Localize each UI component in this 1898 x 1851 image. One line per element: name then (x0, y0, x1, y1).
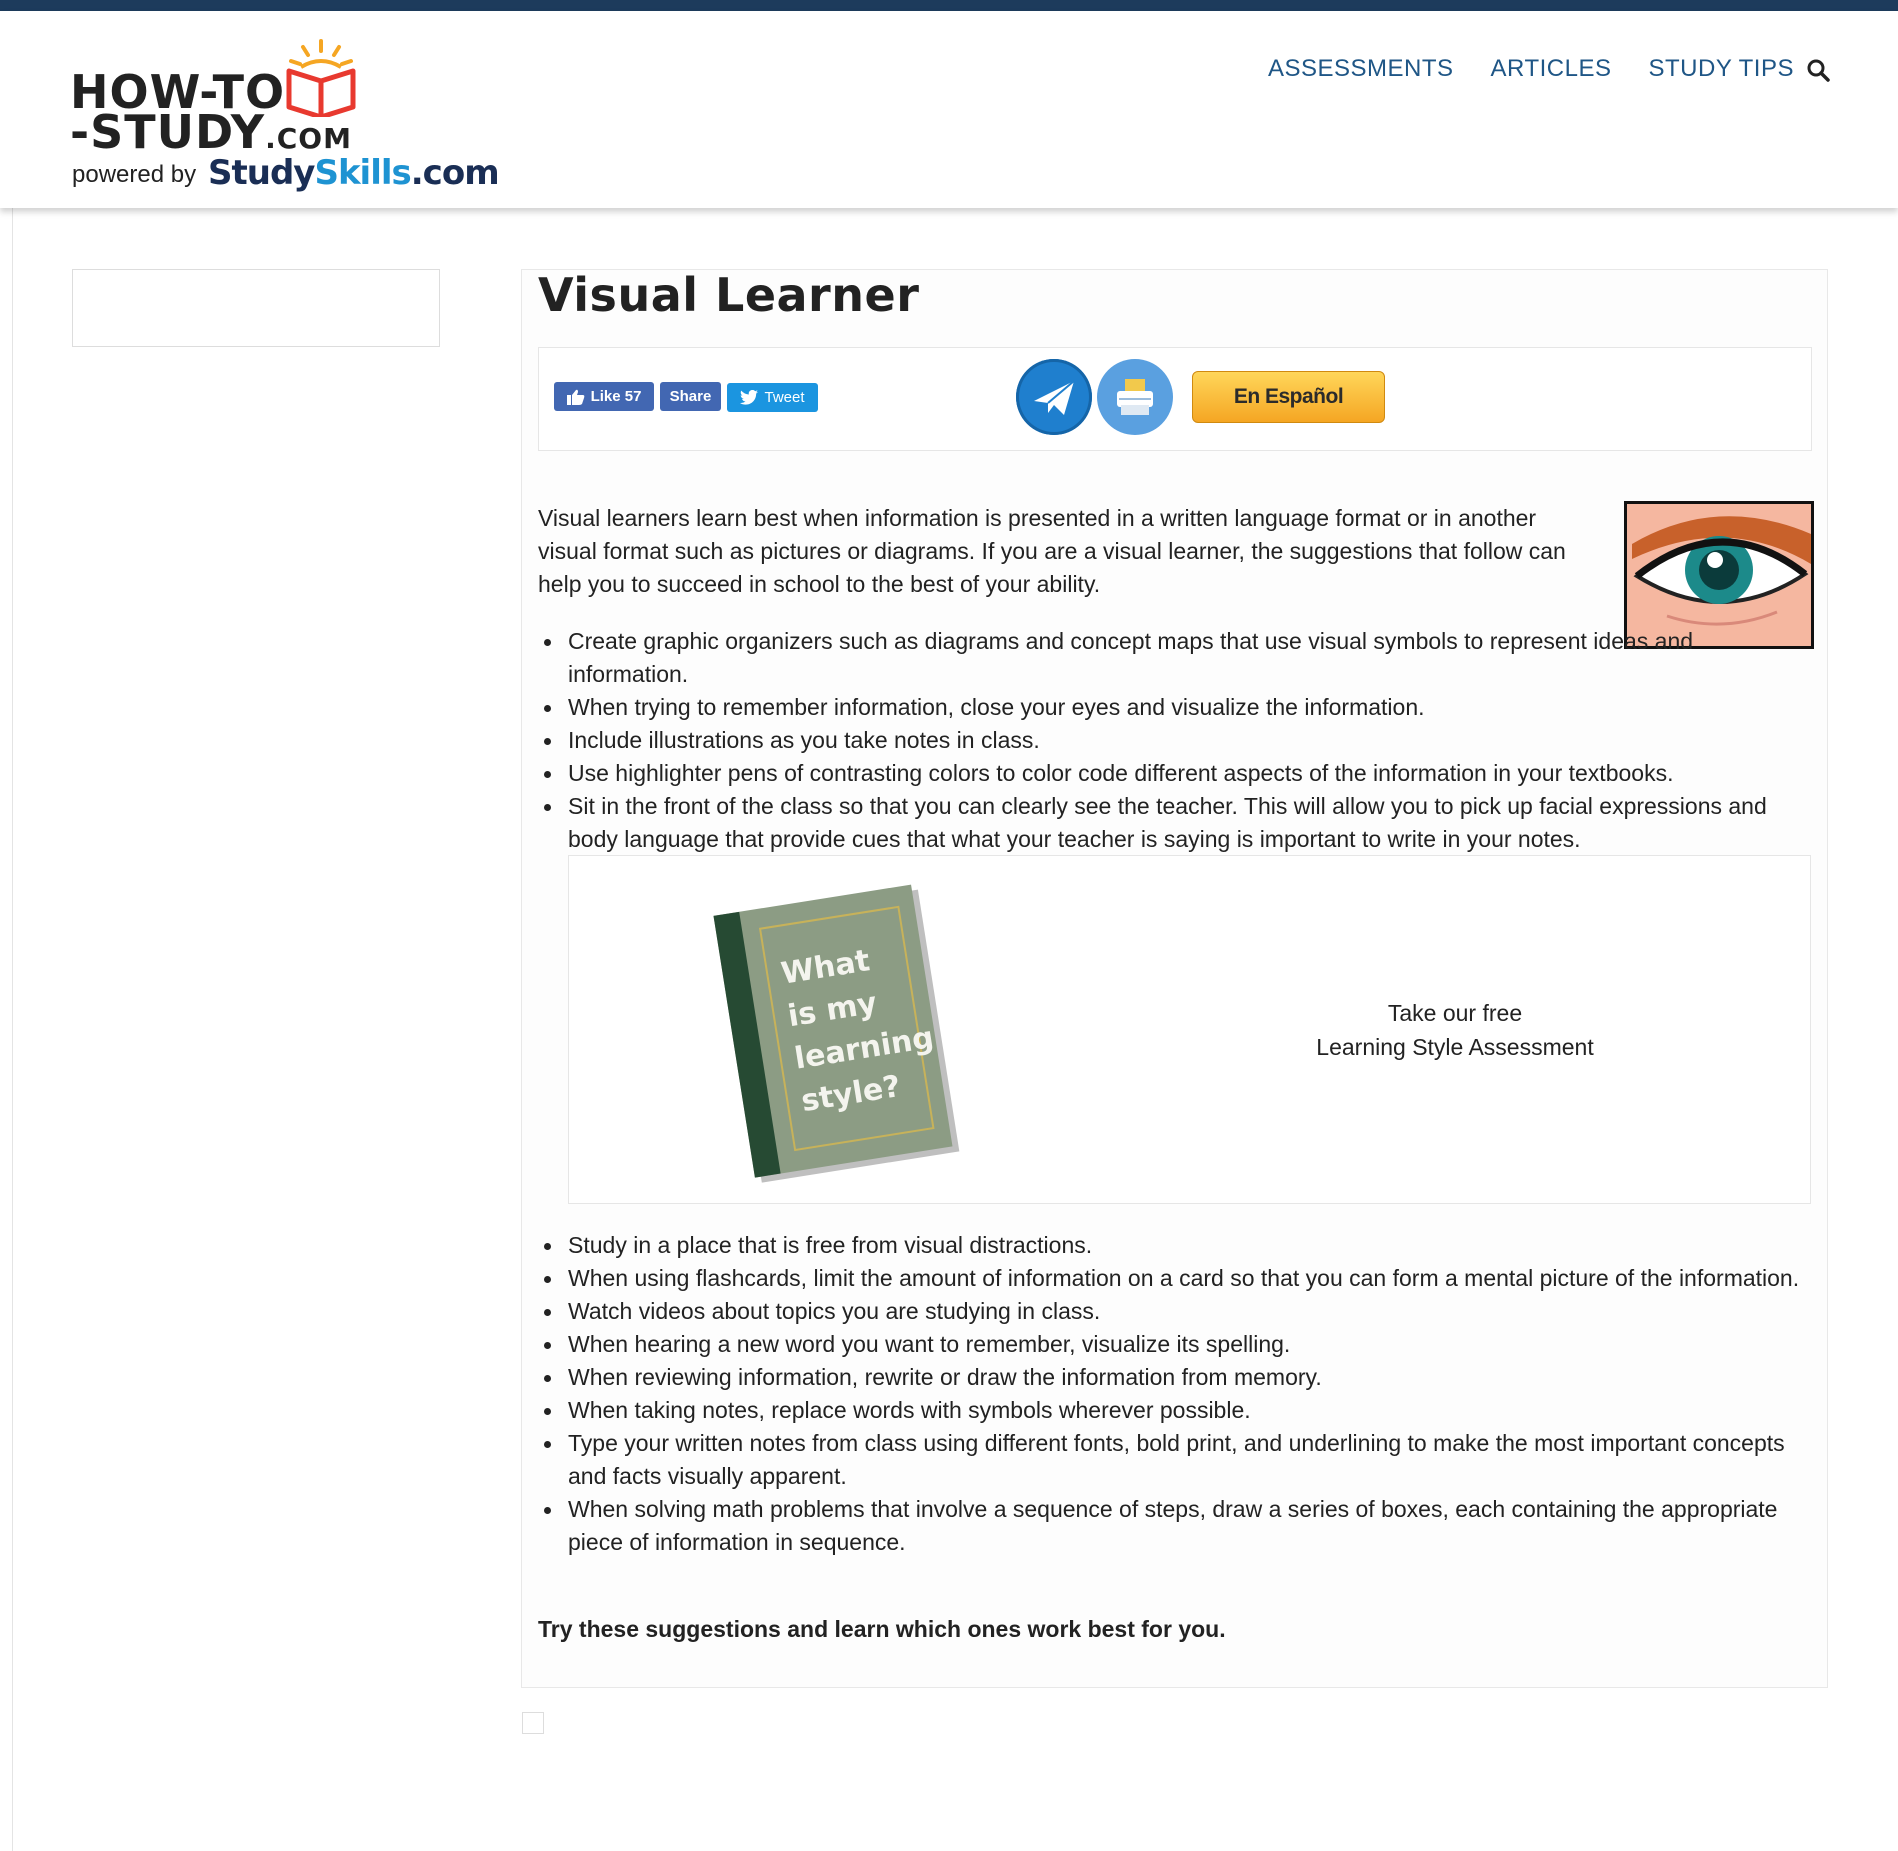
list-item: When hearing a new word you want to reme… (538, 1328, 1818, 1361)
list-item: When using flashcards, limit the amount … (538, 1262, 1818, 1295)
logo-text-study: -STUDY.COM (70, 105, 352, 159)
email-button[interactable] (1016, 359, 1092, 435)
top-accent-bar (0, 0, 1898, 11)
list-item: Sit in the front of the class so that yo… (538, 790, 1818, 856)
tips-list-1: Create graphic organizers such as diagra… (538, 625, 1818, 856)
list-item: Create graphic organizers such as diagra… (538, 625, 1818, 691)
nav-study-tips[interactable]: STUDY TIPS (1648, 55, 1793, 83)
promo-line-1: Take our free (1387, 1000, 1523, 1026)
list-item: Study in a place that is free from visua… (538, 1229, 1818, 1262)
tips-list-2: Study in a place that is free from visua… (538, 1229, 1818, 1559)
promo-line-2: Learning Style Assessment (1316, 1034, 1594, 1060)
list-item: Watch videos about topics you are studyi… (538, 1295, 1818, 1328)
list-item: Include illustrations as you take notes … (538, 724, 1818, 757)
learning-style-book-image[interactable]: What is my learning style? (690, 865, 970, 1185)
studyskills-logo: StudySkills.com (208, 153, 500, 193)
tweet-button[interactable]: Tweet (727, 383, 818, 412)
sidebar-widget (72, 269, 440, 347)
thumbs-up-icon (566, 389, 584, 405)
powered-by-label: powered by (72, 161, 197, 188)
nav-assessments[interactable]: ASSESSMENTS (1268, 55, 1454, 83)
twitter-bird-icon (740, 390, 759, 405)
list-item: When reviewing information, rewrite or d… (538, 1361, 1818, 1394)
list-item: Type your written notes from class using… (538, 1427, 1818, 1493)
facebook-like-button[interactable]: Like 57 (554, 382, 654, 411)
email-icon (1034, 380, 1075, 415)
intro-paragraph: Visual learners learn best when informat… (538, 505, 1566, 597)
assessment-promo-text[interactable]: Take our free Learning Style Assessment (1260, 996, 1650, 1064)
main-nav: ASSESSMENTS ARTICLES STUDY TIPS (1268, 55, 1794, 83)
espanol-button[interactable]: En Español (1192, 371, 1385, 423)
list-item: Use highlighter pens of contrasting colo… (538, 757, 1818, 790)
site-header: HOW-TO -STUDY.COM powered by StudySkills… (0, 11, 1898, 208)
list-item: When solving math problems that involve … (538, 1493, 1818, 1559)
facebook-share-button[interactable]: Share (660, 382, 721, 411)
site-logo[interactable]: HOW-TO -STUDY.COM powered by StudySkills… (70, 37, 500, 207)
list-item: When taking notes, replace words with sy… (538, 1394, 1818, 1427)
closing-statement: Try these suggestions and learn which on… (538, 1616, 1226, 1642)
list-item: When trying to remember information, clo… (538, 691, 1818, 724)
print-button[interactable] (1097, 359, 1173, 435)
page-title: Visual Learner (538, 268, 920, 322)
print-icon (1117, 379, 1153, 415)
nav-articles[interactable]: ARTICLES (1491, 55, 1612, 83)
search-icon[interactable] (1806, 58, 1830, 82)
empty-placeholder-box (522, 1712, 544, 1734)
